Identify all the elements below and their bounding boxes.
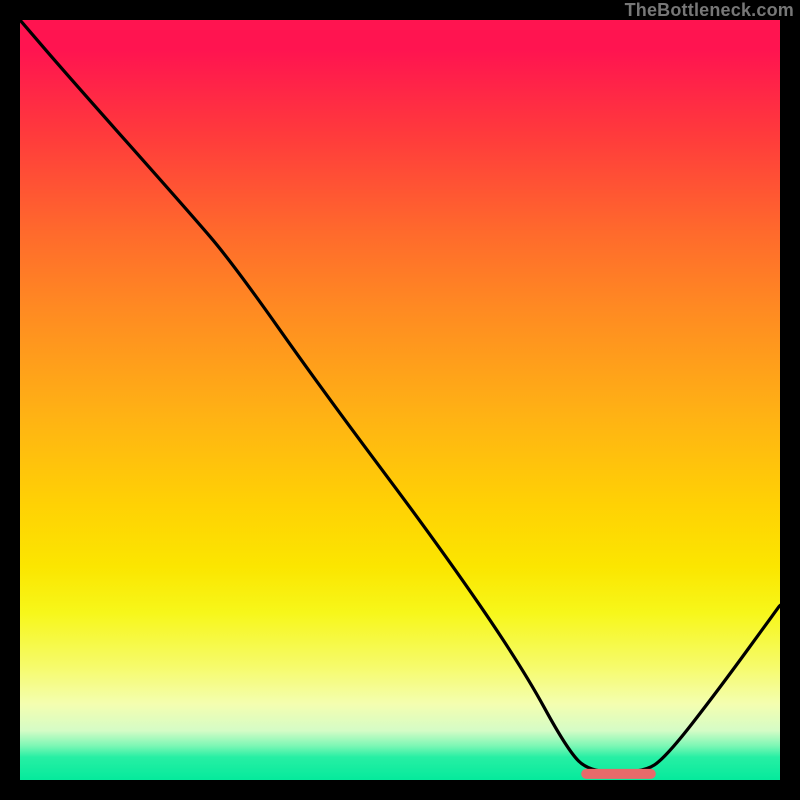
chart-frame: TheBottleneck.com xyxy=(0,0,800,800)
chart-svg xyxy=(20,20,780,780)
plot-area xyxy=(20,20,780,780)
watermark-text: TheBottleneck.com xyxy=(625,0,794,21)
bottleneck-curve-line xyxy=(20,20,780,772)
